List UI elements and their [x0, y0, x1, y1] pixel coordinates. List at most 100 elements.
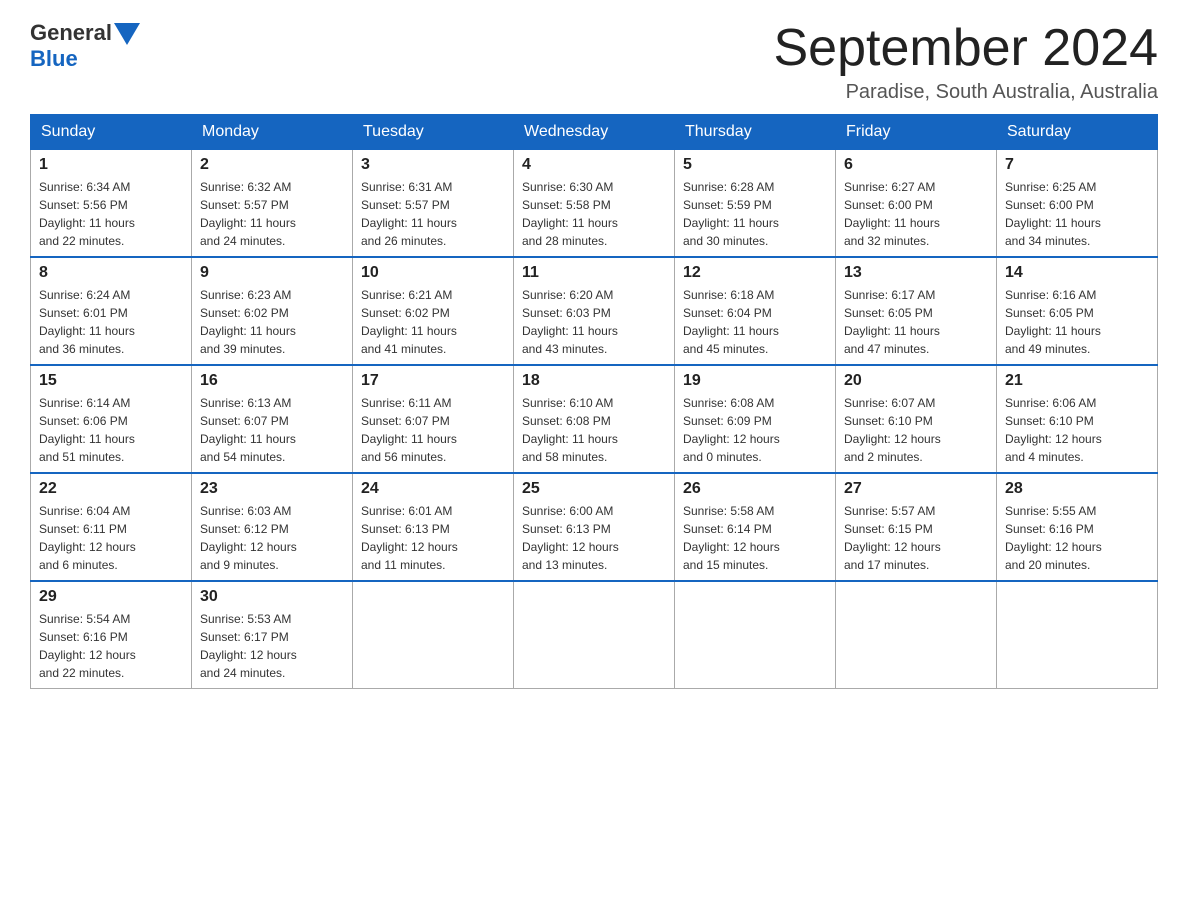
- calendar-cell: 14 Sunrise: 6:16 AMSunset: 6:05 PMDayligh…: [997, 257, 1158, 365]
- week-row-2: 8 Sunrise: 6:24 AMSunset: 6:01 PMDaylight…: [31, 257, 1158, 365]
- calendar-cell: [836, 581, 997, 689]
- logo-general-text: General: [30, 20, 112, 46]
- day-info: Sunrise: 6:10 AMSunset: 6:08 PMDaylight:…: [522, 394, 666, 466]
- calendar-cell: 10 Sunrise: 6:21 AMSunset: 6:02 PMDayligh…: [353, 257, 514, 365]
- weekday-header-sunday: Sunday: [31, 115, 192, 150]
- day-info: Sunrise: 6:11 AMSunset: 6:07 PMDaylight:…: [361, 394, 505, 466]
- day-info: Sunrise: 6:16 AMSunset: 6:05 PMDaylight:…: [1005, 286, 1149, 358]
- day-info: Sunrise: 6:28 AMSunset: 5:59 PMDaylight:…: [683, 178, 827, 250]
- week-row-4: 22Sunrise: 6:04 AMSunset: 6:11 PMDayligh…: [31, 473, 1158, 581]
- day-info: Sunrise: 6:03 AMSunset: 6:12 PMDaylight:…: [200, 502, 344, 574]
- day-info: Sunrise: 6:04 AMSunset: 6:11 PMDaylight:…: [39, 502, 183, 574]
- calendar-cell: 25 Sunrise: 6:00 AMSunset: 6:13 PMDayligh…: [514, 473, 675, 581]
- month-title: September 2024: [774, 20, 1159, 77]
- day-info: Sunrise: 6:14 AMSunset: 6:06 PMDaylight:…: [39, 394, 183, 466]
- day-number: 26: [683, 480, 827, 498]
- calendar-cell: [514, 581, 675, 689]
- calendar-cell: 16Sunrise: 6:13 AMSunset: 6:07 PMDayligh…: [192, 365, 353, 473]
- weekday-header-wednesday: Wednesday: [514, 115, 675, 150]
- calendar-cell: 30 Sunrise: 5:53 AMSunset: 6:17 PMDayligh…: [192, 581, 353, 689]
- day-number: 23: [200, 480, 344, 498]
- day-info: Sunrise: 6:01 AMSunset: 6:13 PMDaylight:…: [361, 502, 505, 574]
- week-row-3: 15 Sunrise: 6:14 AMSunset: 6:06 PMDayligh…: [31, 365, 1158, 473]
- calendar-cell: 19 Sunrise: 6:08 AMSunset: 6:09 PMDayligh…: [675, 365, 836, 473]
- calendar-cell: 12Sunrise: 6:18 AMSunset: 6:04 PMDayligh…: [675, 257, 836, 365]
- day-number: 10: [361, 264, 505, 282]
- calendar-cell: [353, 581, 514, 689]
- day-info: Sunrise: 6:24 AMSunset: 6:01 PMDaylight:…: [39, 286, 183, 358]
- day-info: Sunrise: 6:34 AMSunset: 5:56 PMDaylight:…: [39, 178, 183, 250]
- calendar-cell: [997, 581, 1158, 689]
- calendar-cell: 13 Sunrise: 6:17 AMSunset: 6:05 PMDayligh…: [836, 257, 997, 365]
- day-number: 9: [200, 264, 344, 282]
- day-number: 6: [844, 156, 988, 174]
- day-number: 4: [522, 156, 666, 174]
- day-number: 3: [361, 156, 505, 174]
- day-info: Sunrise: 6:17 AMSunset: 6:05 PMDaylight:…: [844, 286, 988, 358]
- location-text: Paradise, South Australia, Australia: [774, 81, 1159, 104]
- calendar-cell: 11 Sunrise: 6:20 AMSunset: 6:03 PMDayligh…: [514, 257, 675, 365]
- day-number: 17: [361, 372, 505, 390]
- day-number: 5: [683, 156, 827, 174]
- day-info: Sunrise: 6:27 AMSunset: 6:00 PMDaylight:…: [844, 178, 988, 250]
- day-number: 24: [361, 480, 505, 498]
- calendar-cell: 3 Sunrise: 6:31 AMSunset: 5:57 PMDaylight…: [353, 150, 514, 258]
- weekday-header-row: SundayMondayTuesdayWednesdayThursdayFrid…: [31, 115, 1158, 150]
- calendar-cell: 23 Sunrise: 6:03 AMSunset: 6:12 PMDayligh…: [192, 473, 353, 581]
- day-number: 2: [200, 156, 344, 174]
- day-number: 14: [1005, 264, 1149, 282]
- calendar-cell: 22Sunrise: 6:04 AMSunset: 6:11 PMDayligh…: [31, 473, 192, 581]
- day-info: Sunrise: 6:21 AMSunset: 6:02 PMDaylight:…: [361, 286, 505, 358]
- logo-blue-text: Blue: [30, 46, 78, 72]
- day-number: 19: [683, 372, 827, 390]
- calendar-cell: 5 Sunrise: 6:28 AMSunset: 5:59 PMDaylight…: [675, 150, 836, 258]
- day-info: Sunrise: 6:00 AMSunset: 6:13 PMDaylight:…: [522, 502, 666, 574]
- calendar-cell: 6 Sunrise: 6:27 AMSunset: 6:00 PMDaylight…: [836, 150, 997, 258]
- day-number: 7: [1005, 156, 1149, 174]
- calendar-cell: 27Sunrise: 5:57 AMSunset: 6:15 PMDayligh…: [836, 473, 997, 581]
- page-header: General Blue September 2024 Paradise, So…: [30, 20, 1158, 104]
- day-info: Sunrise: 5:54 AMSunset: 6:16 PMDaylight:…: [39, 610, 183, 682]
- day-number: 16: [200, 372, 344, 390]
- weekday-header-thursday: Thursday: [675, 115, 836, 150]
- calendar-cell: 9 Sunrise: 6:23 AMSunset: 6:02 PMDaylight…: [192, 257, 353, 365]
- day-info: Sunrise: 6:23 AMSunset: 6:02 PMDaylight:…: [200, 286, 344, 358]
- day-number: 11: [522, 264, 666, 282]
- day-info: Sunrise: 6:32 AMSunset: 5:57 PMDaylight:…: [200, 178, 344, 250]
- day-number: 25: [522, 480, 666, 498]
- day-info: Sunrise: 6:30 AMSunset: 5:58 PMDaylight:…: [522, 178, 666, 250]
- calendar-cell: 20 Sunrise: 6:07 AMSunset: 6:10 PMDayligh…: [836, 365, 997, 473]
- calendar-cell: 15 Sunrise: 6:14 AMSunset: 6:06 PMDayligh…: [31, 365, 192, 473]
- title-section: September 2024 Paradise, South Australia…: [774, 20, 1159, 104]
- day-number: 21: [1005, 372, 1149, 390]
- logo: General Blue: [30, 20, 140, 72]
- day-info: Sunrise: 5:53 AMSunset: 6:17 PMDaylight:…: [200, 610, 344, 682]
- day-number: 1: [39, 156, 183, 174]
- day-info: Sunrise: 5:58 AMSunset: 6:14 PMDaylight:…: [683, 502, 827, 574]
- day-info: Sunrise: 6:20 AMSunset: 6:03 PMDaylight:…: [522, 286, 666, 358]
- day-number: 8: [39, 264, 183, 282]
- day-info: Sunrise: 6:25 AMSunset: 6:00 PMDaylight:…: [1005, 178, 1149, 250]
- calendar-cell: 28Sunrise: 5:55 AMSunset: 6:16 PMDayligh…: [997, 473, 1158, 581]
- day-info: Sunrise: 6:07 AMSunset: 6:10 PMDaylight:…: [844, 394, 988, 466]
- calendar-cell: 26 Sunrise: 5:58 AMSunset: 6:14 PMDayligh…: [675, 473, 836, 581]
- calendar-cell: 24 Sunrise: 6:01 AMSunset: 6:13 PMDayligh…: [353, 473, 514, 581]
- weekday-header-friday: Friday: [836, 115, 997, 150]
- calendar-cell: 4 Sunrise: 6:30 AMSunset: 5:58 PMDaylight…: [514, 150, 675, 258]
- day-number: 15: [39, 372, 183, 390]
- day-info: Sunrise: 6:31 AMSunset: 5:57 PMDaylight:…: [361, 178, 505, 250]
- day-number: 20: [844, 372, 988, 390]
- week-row-5: 29Sunrise: 5:54 AMSunset: 6:16 PMDayligh…: [31, 581, 1158, 689]
- week-row-1: 1 Sunrise: 6:34 AMSunset: 5:56 PMDaylight…: [31, 150, 1158, 258]
- calendar-cell: 21 Sunrise: 6:06 AMSunset: 6:10 PMDayligh…: [997, 365, 1158, 473]
- day-info: Sunrise: 6:06 AMSunset: 6:10 PMDaylight:…: [1005, 394, 1149, 466]
- day-info: Sunrise: 6:08 AMSunset: 6:09 PMDaylight:…: [683, 394, 827, 466]
- day-number: 30: [200, 588, 344, 606]
- calendar-cell: 29Sunrise: 5:54 AMSunset: 6:16 PMDayligh…: [31, 581, 192, 689]
- calendar-cell: 1 Sunrise: 6:34 AMSunset: 5:56 PMDaylight…: [31, 150, 192, 258]
- day-info: Sunrise: 6:18 AMSunset: 6:04 PMDaylight:…: [683, 286, 827, 358]
- calendar-cell: 8 Sunrise: 6:24 AMSunset: 6:01 PMDaylight…: [31, 257, 192, 365]
- day-number: 28: [1005, 480, 1149, 498]
- calendar-cell: [675, 581, 836, 689]
- day-number: 13: [844, 264, 988, 282]
